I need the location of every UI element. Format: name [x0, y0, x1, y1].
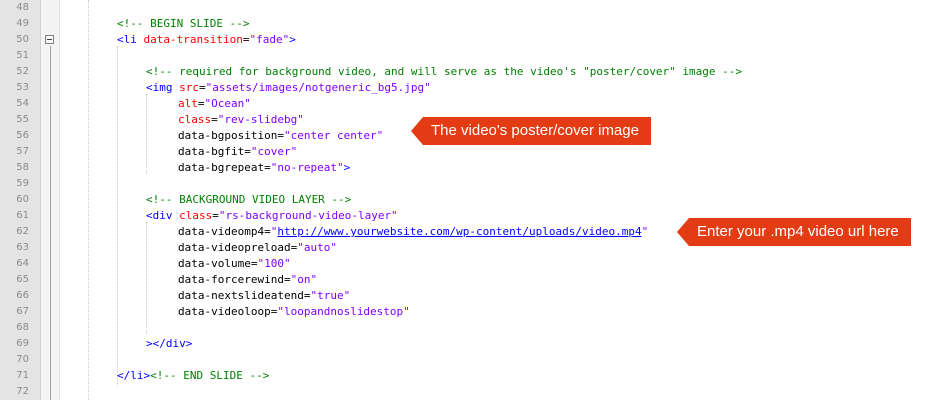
code-equals: = [264, 225, 271, 238]
code-tag: > [289, 33, 296, 46]
code-attribute: data-videoloop [178, 305, 271, 318]
code-line: 65 data-forcerewind="on" [0, 272, 930, 288]
code-equals: = [264, 161, 271, 174]
line-number: 50 [16, 34, 29, 45]
code-line: 49 <!-- BEGIN SLIDE --> [0, 16, 930, 32]
code-string: "center center" [283, 129, 384, 142]
code-string: "Ocean" [204, 97, 251, 110]
line-number: 58 [16, 162, 29, 173]
code-tag: > [343, 161, 351, 174]
code-line: 51 [0, 48, 930, 64]
line-number: 71 [16, 370, 29, 381]
code-line: 54 alt="Ocean" [0, 96, 930, 112]
code-line: 48 [0, 0, 930, 16]
line-number: 64 [16, 258, 29, 269]
line-number: 60 [16, 194, 29, 205]
code-tag: </li> [117, 369, 151, 382]
line-number: 55 [16, 114, 29, 125]
code-attribute: data-forcerewind [178, 273, 284, 286]
line-number: 72 [16, 386, 29, 397]
code-equals: = [244, 145, 251, 158]
code-string: " [641, 225, 649, 238]
line-number: 57 [16, 146, 29, 157]
code-attribute: data-videomp4 [178, 225, 265, 238]
line-number: 52 [16, 66, 29, 77]
mp4-url-callout: Enter your .mp4 video url here [677, 218, 911, 246]
line-number: 49 [16, 18, 29, 29]
code-line: 59 [0, 176, 930, 192]
code-equals: = [212, 209, 219, 222]
code-attribute: data-nextslideatend [178, 289, 304, 302]
line-number: 69 [16, 338, 29, 349]
line-number: 59 [16, 178, 29, 189]
code-line: 70 [0, 352, 930, 368]
code-string: "rev-slidebg" [217, 113, 304, 126]
code-string: "loopandnoslidestop" [277, 305, 410, 318]
line-number: 62 [16, 226, 29, 237]
code-attribute: data-bgposition [178, 129, 278, 142]
code-attribute: data-bgrepeat [178, 161, 265, 174]
code-tag: <img [146, 81, 180, 94]
code-comment: <!-- END SLIDE --> [150, 369, 270, 382]
code-line: 72 [0, 384, 930, 400]
code-string: "100" [257, 257, 291, 270]
code-editor[interactable]: 48 49 <!-- BEGIN SLIDE --> 50 <li data-t… [0, 0, 930, 400]
code-attribute: data-bgfit [178, 145, 245, 158]
code-equals: = [199, 81, 206, 94]
video-url-link[interactable]: http://www.yourwebsite.com/wp-content/up… [277, 225, 641, 238]
code-line: 60 <!-- BACKGROUND VIDEO LAYER --> [0, 192, 930, 208]
line-number: 54 [16, 98, 29, 109]
code-comment: <!-- required for background video, and … [146, 65, 743, 78]
code-tag: <div [146, 209, 180, 222]
code-string: "on" [290, 273, 318, 286]
code-line: 53 <img src="assets/images/notgeneric_bg… [0, 80, 930, 96]
code-string: "no-repeat" [270, 161, 344, 174]
code-line: 67 data-videoloop="loopandnoslidestop" [0, 304, 930, 320]
code-string: "assets/images/notgeneric_bg5.jpg" [205, 81, 431, 94]
code-equals: = [211, 113, 218, 126]
line-number: 66 [16, 290, 29, 301]
code-line: 64 data-volume="100" [0, 256, 930, 272]
line-number: 70 [16, 354, 29, 365]
code-comment: <!-- BACKGROUND VIDEO LAYER --> [146, 193, 352, 206]
code-attribute: src [179, 81, 199, 94]
line-number: 61 [16, 210, 29, 221]
code-attribute: data-transition [143, 33, 243, 46]
code-line: 52 <!-- required for background video, a… [0, 64, 930, 80]
line-number: 51 [16, 50, 29, 61]
code-string: "auto" [297, 241, 337, 254]
code-line: 50 <li data-transition="fade"> [0, 32, 930, 48]
code-attribute: alt [178, 97, 198, 110]
code-comment: <!-- BEGIN SLIDE --> [117, 17, 250, 30]
line-number: 48 [16, 2, 29, 13]
code-equals: = [277, 129, 284, 142]
code-string: "fade" [249, 33, 290, 46]
code-attribute: data-videopreload [178, 241, 291, 254]
code-line: 57 data-bgfit="cover" [0, 144, 930, 160]
line-number: 65 [16, 274, 29, 285]
code-tag: ></div> [146, 337, 193, 350]
code-attribute: data-volume [178, 257, 251, 270]
code-line: 66 data-nextslideatend="true" [0, 288, 930, 304]
code-equals: = [283, 273, 291, 286]
code-line: 71 </li><!-- END SLIDE --> [0, 368, 930, 384]
line-number: 56 [16, 130, 29, 141]
line-number: 63 [16, 242, 29, 253]
code-attribute: class [178, 113, 212, 126]
code-tag: <li [117, 33, 144, 46]
poster-image-callout: The video's poster/cover image [411, 117, 651, 145]
code-line: 69 ></div> [0, 336, 930, 352]
code-attribute: class [179, 209, 213, 222]
line-number: 53 [16, 82, 29, 93]
code-line: 68 [0, 320, 930, 336]
code-line: 58 data-bgrepeat="no-repeat"> [0, 160, 930, 176]
code-equals: = [197, 97, 205, 110]
code-string: "cover" [250, 145, 298, 158]
code-string: "true" [310, 289, 351, 302]
line-number: 67 [16, 306, 29, 317]
line-number: 68 [16, 322, 29, 333]
code-string: "rs-background-video-layer" [218, 209, 398, 222]
